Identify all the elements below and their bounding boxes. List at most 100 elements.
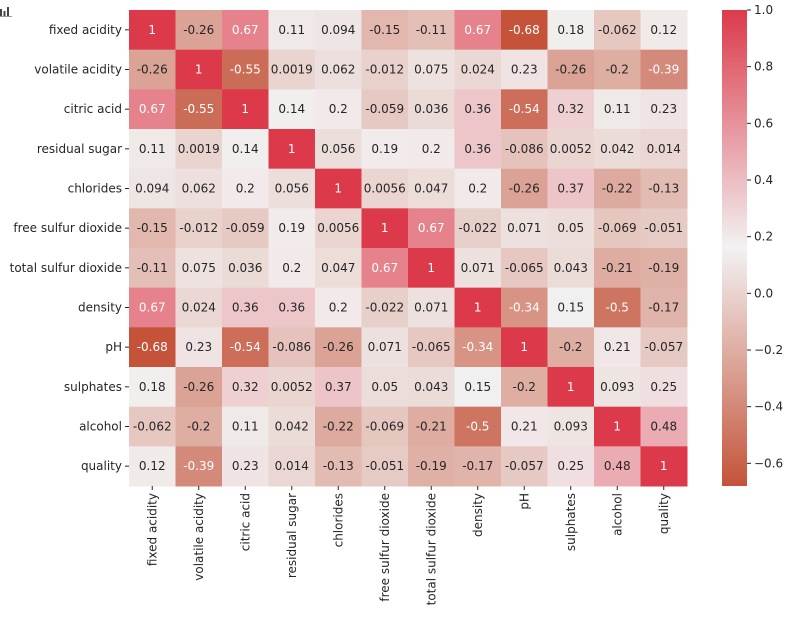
cell-value-label: 0.11 xyxy=(278,23,305,37)
cell-value-label: -0.19 xyxy=(648,261,679,275)
cell-value-label: -0.55 xyxy=(230,63,261,77)
cell-value-label: -0.057 xyxy=(505,459,544,473)
cell-value-label: 0.11 xyxy=(232,420,259,434)
cell-value-label: 0.0056 xyxy=(317,221,359,235)
cell-value-label: -0.26 xyxy=(137,63,168,77)
cell-value-label: -0.15 xyxy=(137,221,168,235)
y-tick-label: pH xyxy=(105,340,122,354)
cell-value-label: 0.094 xyxy=(321,23,355,37)
heatmap-cells: 1 -0.26 0.67 0.11 0.094 -0.15 -0.11 0.67 -0.68 0.… xyxy=(129,10,688,487)
cell-value-label: 0.071 xyxy=(414,301,448,315)
y-tick-label: sulphates xyxy=(64,380,122,394)
cell-value-label: 0.21 xyxy=(511,420,538,434)
cell-value-label: -0.19 xyxy=(416,459,447,473)
cell-value-label: -0.21 xyxy=(416,420,447,434)
cell-value-label: 0.071 xyxy=(368,340,402,354)
cell-value-label: -0.13 xyxy=(648,182,679,196)
cell-value-label: 0.18 xyxy=(557,23,584,37)
cell-value-label: 0.14 xyxy=(278,102,305,116)
cell-value-label: -0.22 xyxy=(602,182,633,196)
cell-value-label: -0.051 xyxy=(365,459,404,473)
cell-value-label: -0.26 xyxy=(555,63,586,77)
cell-value-label: 0.0019 xyxy=(271,63,313,77)
colorbar-tick-label: 0.6 xyxy=(754,116,773,130)
cell-value-label: 1 xyxy=(613,420,621,434)
cell-value-label: 0.0056 xyxy=(364,182,406,196)
cell-value-label: 1 xyxy=(520,340,528,354)
cell-value-label: 1 xyxy=(288,142,296,156)
cell-value-label: 0.2 xyxy=(422,142,441,156)
cell-value-label: 0.014 xyxy=(275,459,309,473)
cell-value-label: 0.67 xyxy=(139,301,166,315)
cell-value-label: -0.2 xyxy=(559,340,582,354)
x-tick-label: volatile acidity xyxy=(192,493,206,581)
cell-value-label: 0.2 xyxy=(236,182,255,196)
cell-value-label: 0.043 xyxy=(554,261,588,275)
cell-value-label: 1 xyxy=(195,63,203,77)
colorbar-tick-label: −0.2 xyxy=(754,343,783,357)
cell-value-label: -0.062 xyxy=(133,420,172,434)
cell-value-label: 1 xyxy=(427,261,435,275)
cell-value-label: -0.68 xyxy=(137,340,168,354)
cell-value-label: -0.34 xyxy=(509,301,540,315)
cell-value-label: -0.68 xyxy=(509,23,540,37)
cell-value-label: 0.15 xyxy=(557,301,584,315)
cell-value-label: 0.23 xyxy=(185,340,212,354)
cell-value-label: 0.23 xyxy=(511,63,538,77)
x-tick-label: alcohol xyxy=(610,493,624,536)
cell-value-label: -0.26 xyxy=(323,340,354,354)
cell-value-label: 0.093 xyxy=(554,420,588,434)
y-tick-label: total sulfur dioxide xyxy=(10,261,122,275)
cell-value-label: -0.022 xyxy=(365,301,404,315)
cell-value-label: 0.67 xyxy=(232,23,259,37)
cell-value-label: 0.056 xyxy=(321,142,355,156)
cell-value-label: 0.36 xyxy=(232,301,259,315)
cell-value-label: 0.67 xyxy=(418,221,445,235)
x-tick-label: free sulfur dioxide xyxy=(378,493,392,602)
cell-value-label: 0.21 xyxy=(604,340,631,354)
cell-value-label: 0.12 xyxy=(650,23,677,37)
cell-value-label: 0.67 xyxy=(139,102,166,116)
cell-value-label: -0.17 xyxy=(648,301,679,315)
x-tick-label: fixed acidity xyxy=(145,493,159,566)
cell-value-label: 0.18 xyxy=(139,380,166,394)
cell-value-label: -0.17 xyxy=(462,459,493,473)
cell-value-label: 0.11 xyxy=(604,102,631,116)
cell-value-label: 0.2 xyxy=(329,102,348,116)
cell-value-label: 0.25 xyxy=(650,380,677,394)
cell-value-label: 0.024 xyxy=(182,301,216,315)
cell-value-label: 0.37 xyxy=(325,380,352,394)
cell-value-label: 1 xyxy=(381,221,389,235)
cell-value-label: 0.094 xyxy=(135,182,169,196)
cell-value-label: -0.15 xyxy=(369,23,400,37)
cell-value-label: -0.051 xyxy=(644,221,683,235)
cell-value-label: 0.093 xyxy=(600,380,634,394)
cell-value-label: 0.37 xyxy=(557,182,584,196)
cell-value-label: 0.23 xyxy=(232,459,259,473)
colorbar-tick-label: 1.0 xyxy=(754,3,773,17)
cell-value-label: -0.012 xyxy=(365,63,404,77)
cell-value-label: 0.047 xyxy=(414,182,448,196)
cell-value-label: -0.069 xyxy=(365,420,404,434)
cell-value-label: -0.022 xyxy=(458,221,497,235)
cell-value-label: 0.12 xyxy=(139,459,166,473)
cell-value-label: -0.11 xyxy=(416,23,447,37)
colorbar-tick-label: 0.8 xyxy=(754,60,773,74)
y-tick-label: free sulfur dioxide xyxy=(13,221,122,235)
cell-value-label: 0.2 xyxy=(282,261,301,275)
cell-value-label: -0.2 xyxy=(513,380,536,394)
colorbar-tick-label: −0.4 xyxy=(754,400,783,414)
cell-value-label: -0.13 xyxy=(323,459,354,473)
x-tick-label: sulphates xyxy=(564,493,578,551)
cell-value-label: 0.062 xyxy=(182,182,216,196)
colorbar-gradient xyxy=(722,10,747,486)
cell-value-label: 0.19 xyxy=(371,142,398,156)
y-tick-label: alcohol xyxy=(79,420,122,434)
cell-value-label: -0.11 xyxy=(137,261,168,275)
cell-value-label: -0.39 xyxy=(183,459,214,473)
cell-value-label: -0.26 xyxy=(509,182,540,196)
cell-value-label: 0.056 xyxy=(275,182,309,196)
cell-value-label: 0.67 xyxy=(371,261,398,275)
cell-value-label: -0.5 xyxy=(606,301,629,315)
cell-value-label: 1 xyxy=(334,182,342,196)
